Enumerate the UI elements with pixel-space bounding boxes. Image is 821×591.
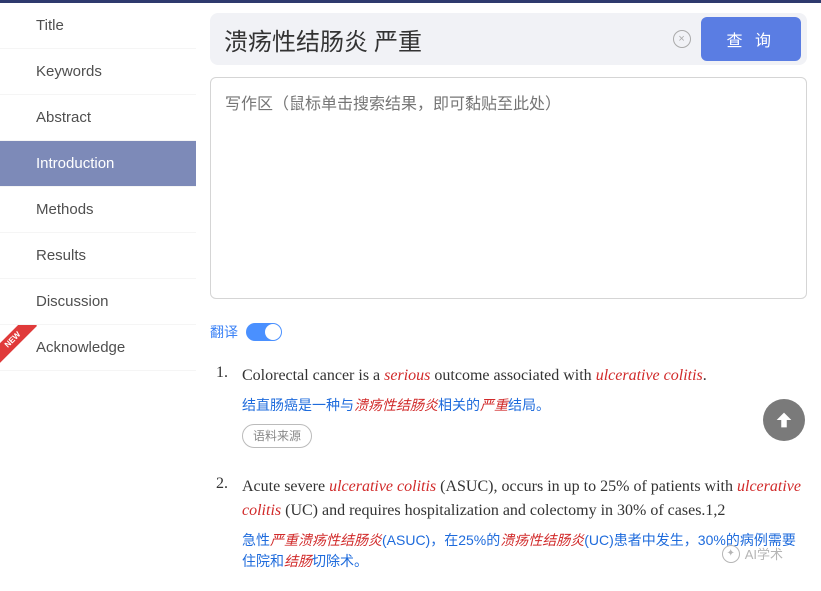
translate-toggle[interactable] — [246, 323, 282, 341]
results-list: 1. Colorectal cancer is a serious outcom… — [210, 364, 807, 572]
new-badge-icon: NEW — [0, 325, 40, 365]
sidebar-item-results[interactable]: Results — [0, 233, 196, 279]
watermark: ✦ AI学术 — [722, 544, 783, 563]
scroll-top-button[interactable] — [763, 399, 805, 441]
sidebar-item-methods[interactable]: Methods — [0, 187, 196, 233]
result-number: 1. — [216, 364, 242, 449]
arrow-up-icon — [773, 409, 795, 431]
sidebar-item-keywords[interactable]: Keywords — [0, 49, 196, 95]
translate-row: 翻译 — [210, 322, 807, 342]
result-translation: 结直肠癌是一种与溃疡性结肠炎相关的严重结局。 — [242, 395, 807, 416]
sidebar-item-introduction[interactable]: Introduction — [0, 141, 196, 187]
result-number: 2. — [216, 475, 242, 573]
sidebar-item-acknowledge[interactable]: NEW Acknowledge — [0, 325, 196, 371]
wechat-icon: ✦ — [722, 545, 740, 563]
result-item[interactable]: 2. Acute severe ulcerative colitis (ASUC… — [216, 475, 807, 573]
write-area[interactable] — [210, 77, 807, 299]
sidebar: Title Keywords Abstract Introduction Met… — [0, 3, 196, 591]
search-bar: × 查 询 — [210, 13, 807, 65]
main-panel: × 查 询 翻译 1. Colorectal cancer is a serio… — [196, 3, 821, 591]
sidebar-item-discussion[interactable]: Discussion — [0, 279, 196, 325]
sidebar-item-label: Acknowledge — [36, 339, 125, 356]
clear-icon[interactable]: × — [673, 30, 691, 48]
result-body: Colorectal cancer is a serious outcome a… — [242, 364, 807, 449]
sidebar-item-abstract[interactable]: Abstract — [0, 95, 196, 141]
search-input[interactable] — [224, 26, 663, 53]
query-button[interactable]: 查 询 — [701, 17, 801, 61]
translate-label: 翻译 — [210, 322, 238, 342]
source-button[interactable]: 语料来源 — [242, 424, 312, 449]
sidebar-item-title[interactable]: Title — [0, 3, 196, 49]
result-item[interactable]: 1. Colorectal cancer is a serious outcom… — [216, 364, 807, 449]
